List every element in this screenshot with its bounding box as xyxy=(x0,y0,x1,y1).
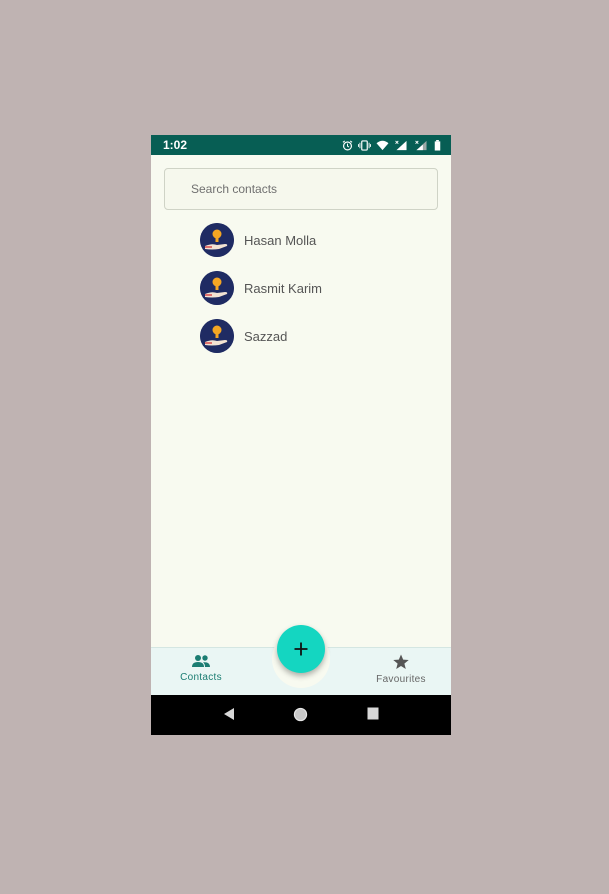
contact-name: Rasmit Karim xyxy=(244,280,323,296)
nav-favourites[interactable]: Favourites xyxy=(361,654,441,685)
list-item[interactable]: Rasmit Karim xyxy=(200,264,430,312)
contact-name: Hasan Molla xyxy=(244,232,317,248)
people-icon xyxy=(161,654,241,668)
search-input[interactable] xyxy=(191,182,421,196)
system-navigation-bar xyxy=(151,695,451,735)
home-icon[interactable] xyxy=(293,707,308,722)
back-icon[interactable] xyxy=(223,707,235,721)
signal-icon xyxy=(394,140,409,151)
recents-icon[interactable] xyxy=(367,707,379,720)
star-icon xyxy=(361,654,441,670)
vibrate-icon xyxy=(358,139,371,151)
status-icons xyxy=(342,139,441,151)
contact-name: Sazzad xyxy=(244,328,288,344)
list-item[interactable]: Sazzad xyxy=(200,312,430,360)
lightbulb-hand-avatar xyxy=(200,271,234,305)
nav-contacts-label: Contacts xyxy=(180,672,222,683)
search-box[interactable] xyxy=(164,168,438,210)
plus-icon xyxy=(294,642,308,656)
alarm-icon xyxy=(342,140,353,151)
wifi-icon xyxy=(376,140,389,151)
signal-icon xyxy=(414,140,429,151)
phone-screen: 1:02 Search contacts Hasan Molla Rasmit … xyxy=(151,135,451,735)
contact-list: Hasan Molla Rasmit Karim Sazzad xyxy=(200,216,430,360)
lightbulb-hand-avatar xyxy=(200,319,234,353)
list-item[interactable]: Hasan Molla xyxy=(200,216,430,264)
status-bar: 1:02 xyxy=(151,135,451,155)
lightbulb-hand-avatar xyxy=(200,223,234,257)
nav-contacts[interactable]: Contacts xyxy=(161,654,241,683)
nav-favourites-label: Favourites xyxy=(376,674,426,685)
status-time: 1:02 xyxy=(163,138,188,152)
add-contact-button[interactable] xyxy=(277,625,325,673)
battery-icon xyxy=(434,139,441,151)
